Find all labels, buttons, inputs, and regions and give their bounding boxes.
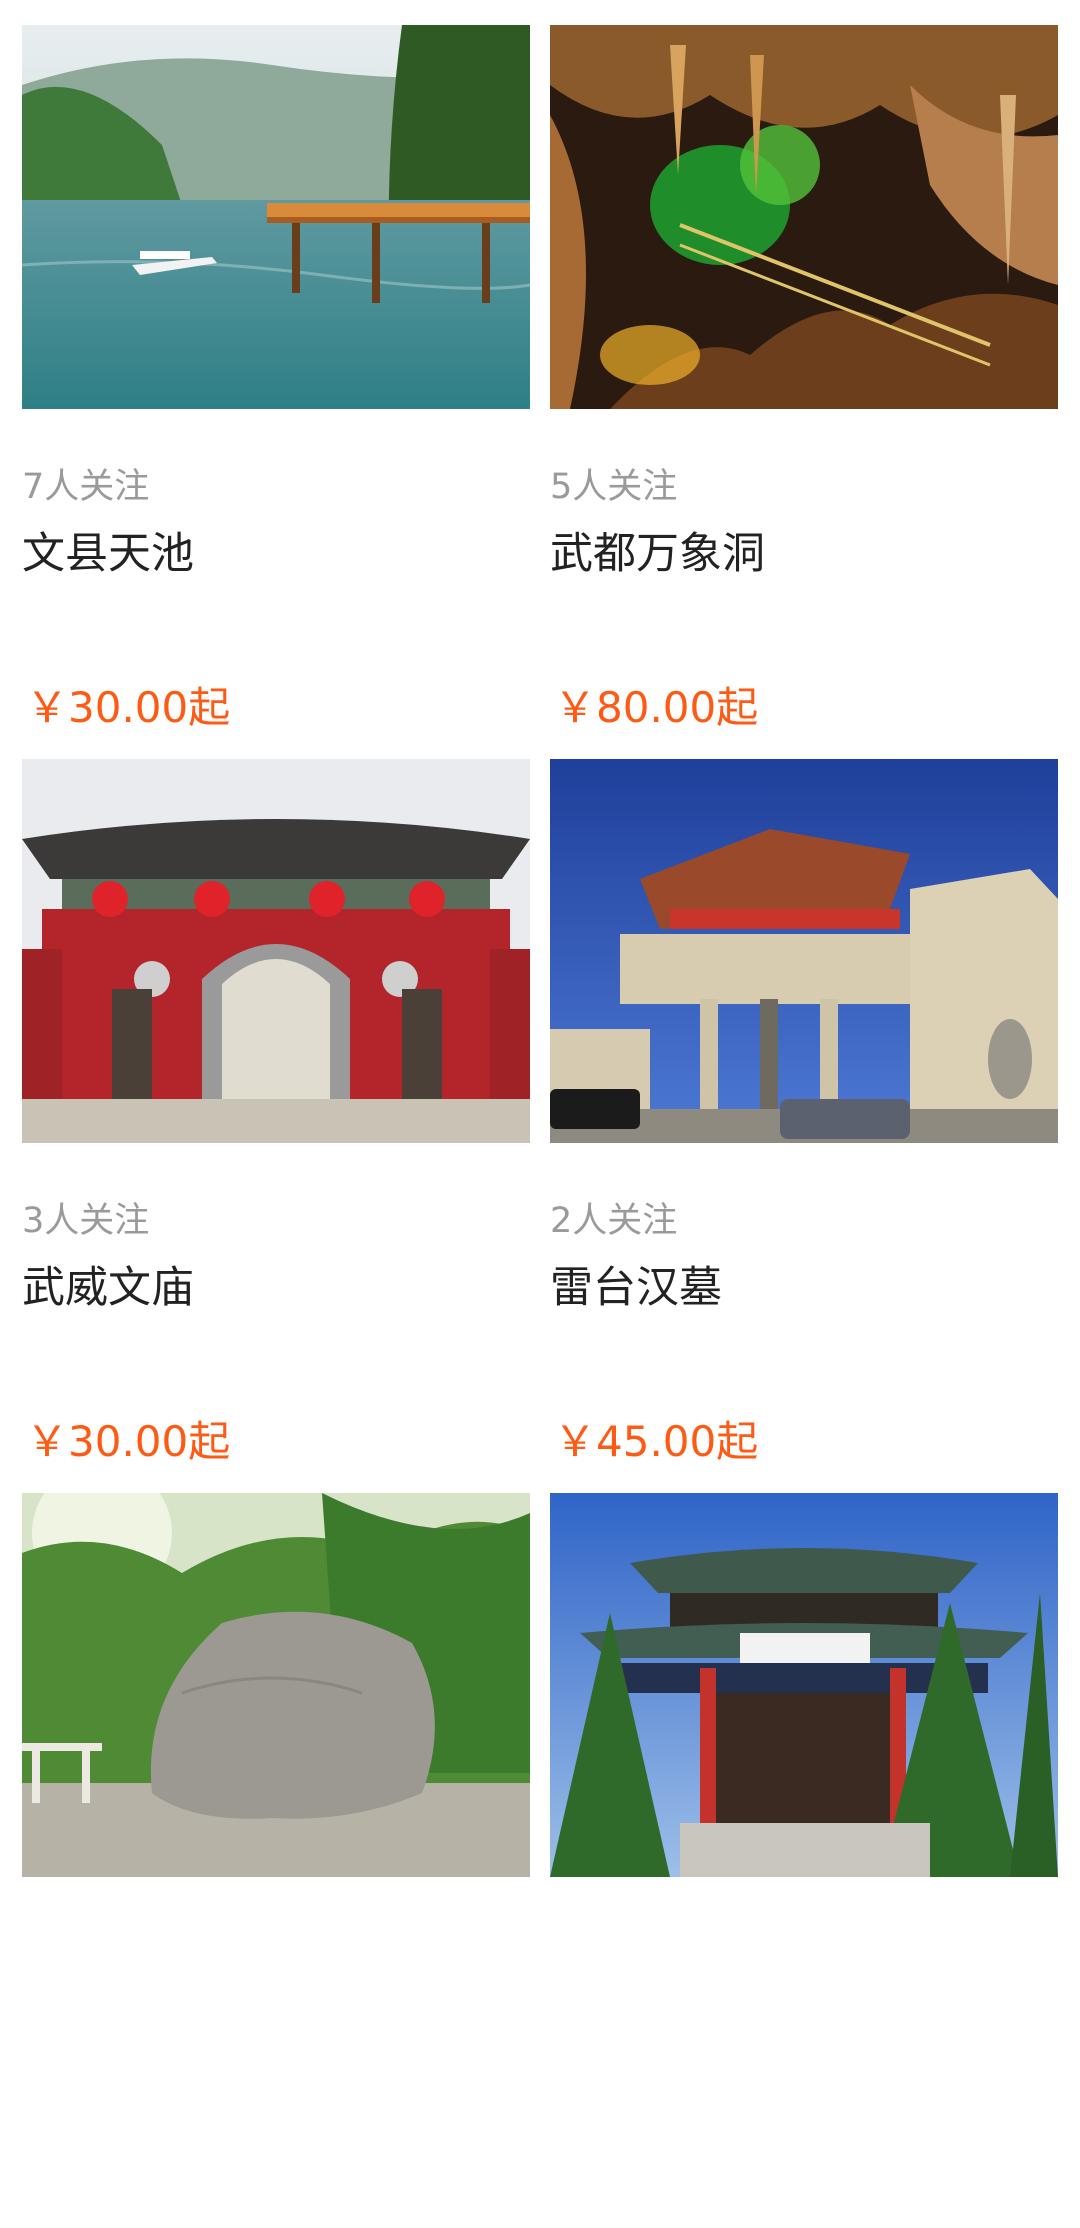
attraction-photo[interactable]: [22, 759, 530, 1143]
price-label: ￥30.00起: [26, 1417, 231, 1466]
attraction-photo[interactable]: [22, 1493, 530, 1877]
follow-count: 7人关注: [22, 467, 150, 507]
follow-count: 3人关注: [22, 1201, 150, 1241]
attraction-card[interactable]: 2人关注 雷台汉墓 ￥45.00起: [550, 759, 1058, 1494]
pavilion-gate-photo: [550, 1493, 1058, 1877]
attraction-card[interactable]: 5人关注 武都万象洞 ￥80.00起: [550, 25, 1058, 760]
attraction-card[interactable]: 7人关注 文县天池 ￥30.00起: [22, 25, 530, 760]
attraction-name: 雷台汉墓: [550, 1263, 722, 1313]
attraction-photo[interactable]: [550, 759, 1058, 1143]
temple-gate-photo: [22, 759, 530, 1143]
follow-count: 2人关注: [550, 1201, 678, 1241]
cave-stalactite-photo: [550, 25, 1058, 409]
attraction-photo[interactable]: [550, 1493, 1058, 1877]
attraction-photo[interactable]: [22, 25, 530, 409]
attraction-name: 武都万象洞: [550, 529, 765, 579]
follow-count: 5人关注: [550, 467, 678, 507]
attraction-card[interactable]: 3人关注 武威文庙 ￥30.00起: [22, 759, 530, 1494]
attraction-grid: 7人关注 文县天池 ￥30.00起 5人关注 武都万象洞 ￥80.00起 3人关…: [0, 0, 1080, 1920]
price-label: ￥30.00起: [26, 683, 231, 732]
lake-boardwalk-photo: [22, 25, 530, 409]
attraction-name: 武威文庙: [22, 1263, 194, 1313]
price-label: ￥45.00起: [554, 1417, 759, 1466]
inscribed-rock-photo: [22, 1493, 530, 1877]
attraction-card[interactable]: [22, 1493, 530, 2228]
price-label: ￥80.00起: [554, 683, 759, 732]
memorial-gate-photo: [550, 759, 1058, 1143]
attraction-photo[interactable]: [550, 25, 1058, 409]
attraction-card[interactable]: [550, 1493, 1058, 2228]
attraction-name: 文县天池: [22, 529, 194, 579]
